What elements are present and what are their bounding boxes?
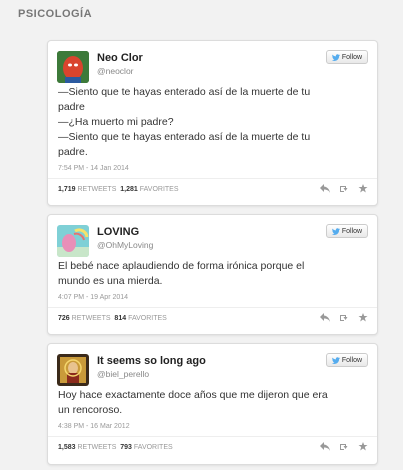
tweet-stats: 1,583 RETWEETS 793 FAVORITES (58, 444, 173, 451)
author-handle[interactable]: @neoclor (97, 66, 134, 76)
retweet-count[interactable]: 726 (58, 315, 70, 322)
follow-label: Follow (341, 53, 363, 61)
follow-button[interactable]: Follow (326, 353, 368, 367)
follow-label: Follow (341, 356, 363, 364)
avatar[interactable] (57, 51, 89, 83)
reply-icon[interactable] (320, 313, 330, 322)
tweet-card: It seems so long ago @biel_perello Follo… (47, 343, 378, 465)
retweet-count[interactable]: 1,719 (58, 186, 76, 193)
retweet-icon[interactable] (339, 313, 349, 322)
favorite-count[interactable]: 1,281 (120, 186, 138, 193)
reply-icon[interactable] (320, 184, 330, 193)
timestamp[interactable]: 4:38 PM - 16 Mar 2012 (48, 418, 377, 437)
favorite-icon[interactable] (358, 184, 368, 193)
timestamp[interactable]: 4:07 PM - 19 Apr 2014 (48, 289, 377, 308)
twitter-bird-icon (331, 53, 340, 61)
favorites-label: FAVORITES (128, 315, 167, 322)
favorite-count[interactable]: 793 (120, 444, 132, 451)
follow-label: Follow (341, 227, 363, 235)
author-name[interactable]: It seems so long ago (97, 355, 206, 367)
tweet-line: un rencoroso. (58, 404, 123, 416)
tweet-text: Hoy hace exactamente doce años que me di… (48, 388, 377, 418)
author-name[interactable]: LOVING (97, 226, 139, 238)
favorites-label: FAVORITES (139, 186, 179, 193)
retweets-label: RETWEETS (77, 444, 117, 451)
avatar[interactable] (57, 354, 89, 386)
favorites-label: FAVORITES (133, 444, 173, 451)
retweet-count[interactable]: 1,583 (58, 444, 76, 451)
tweet-line: Hoy hace exactamente doce años que me di… (58, 389, 328, 401)
author-handle[interactable]: @biel_perello (97, 369, 149, 379)
tweet-line: mundo es una mierda. (58, 275, 163, 287)
favorite-count[interactable]: 814 (114, 315, 126, 322)
follow-button[interactable]: Follow (326, 50, 368, 64)
section-title: PSICOLOGÍA (18, 8, 93, 20)
favorite-icon[interactable] (358, 313, 368, 322)
tweet-line: —Siento que te hayas enterado así de la … (58, 86, 311, 98)
favorite-icon[interactable] (358, 442, 368, 451)
twitter-bird-icon (331, 227, 340, 235)
avatar[interactable] (57, 225, 89, 257)
tweet-text: El bebé nace aplaudiendo de forma irónic… (48, 259, 377, 289)
tweet-card: Neo Clor @neoclor Follow —Siento que te … (47, 40, 378, 206)
tweet-stats: 1,719 RETWEETS 1,281 FAVORITES (58, 186, 179, 193)
tweet-line: —¿Ha muerto mi padre? (58, 116, 174, 128)
tweet-line: El bebé nace aplaudiendo de forma irónic… (58, 260, 305, 272)
author-name[interactable]: Neo Clor (97, 52, 143, 64)
follow-button[interactable]: Follow (326, 224, 368, 238)
reply-icon[interactable] (320, 442, 330, 451)
tweet-line: padre. (58, 146, 88, 158)
tweet-text: —Siento que te hayas enterado así de la … (48, 85, 377, 160)
author-handle[interactable]: @OhMyLoving (97, 240, 153, 250)
tweet-card: LOVING @OhMyLoving Follow El bebé nace a… (47, 214, 378, 335)
timestamp[interactable]: 7:54 PM - 14 Jan 2014 (48, 160, 377, 179)
retweets-label: RETWEETS (71, 315, 111, 322)
retweet-icon[interactable] (339, 442, 349, 451)
tweet-stats: 726 RETWEETS 814 FAVORITES (58, 315, 167, 322)
retweet-icon[interactable] (339, 184, 349, 193)
tweet-line: —Siento que te hayas enterado así de la … (58, 131, 311, 143)
retweets-label: RETWEETS (77, 186, 117, 193)
tweet-line: padre (58, 101, 85, 113)
twitter-bird-icon (331, 356, 340, 364)
